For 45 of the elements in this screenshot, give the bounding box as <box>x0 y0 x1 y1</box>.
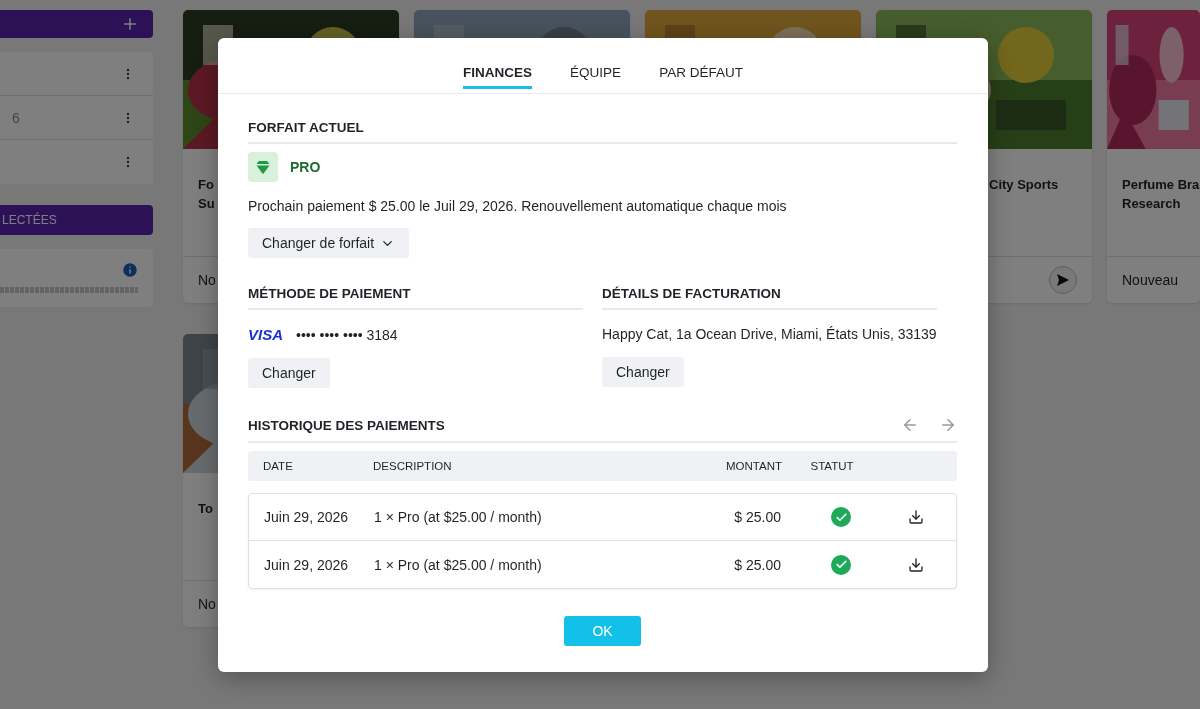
billing-address: Happy Cat, 1a Ocean Drive, Miami, États Unis, 33139 <box>602 326 937 342</box>
project-card[interactable]: Perfume Bra Research Nouveau <box>1107 10 1200 303</box>
table-cell: 1 × Pro (at $25.00 / month) <box>374 509 542 525</box>
card-title: Research <box>1122 196 1181 211</box>
tab[interactable]: PAR DÉFAUT <box>659 38 743 89</box>
table-cell: Juin 29, 2026 <box>264 509 349 525</box>
change-plan-button[interactable]: Changer de forfait <box>248 228 410 258</box>
column-header: DATE <box>263 460 293 472</box>
column-header: STATUT <box>810 460 854 472</box>
card-status: No <box>198 272 216 288</box>
send-button[interactable] <box>1049 266 1077 294</box>
change-button[interactable]: Changer <box>248 358 330 388</box>
plan-name: PRO <box>290 159 321 175</box>
card-title: Su <box>198 196 215 211</box>
item-count: 6 <box>12 109 20 126</box>
card-title: Fo <box>198 177 214 192</box>
table-cell: 1 × Pro (at $25.00 / month) <box>374 556 542 573</box>
card-status: No <box>198 596 216 612</box>
gem-icon <box>254 158 272 176</box>
column-header: DESCRIPTION <box>373 460 452 472</box>
section-heading: HISTORIQUE DES PAIEMENTS <box>248 417 445 433</box>
download-icon[interactable] <box>908 556 924 573</box>
section-heading: DÉTAILS DE FACTURATION <box>602 286 781 301</box>
next-payment-text: Prochain paiement $ 25.00 le Juil 29, 2026. Renouvellement automatique chaque mois <box>248 198 788 214</box>
download-icon[interactable] <box>908 509 924 525</box>
section-heading: MÉTHODE DE PAIEMENT <box>248 286 411 301</box>
card-title: Perfume Bra <box>1122 177 1200 192</box>
section-heading: FORFAIT ACTUEL <box>248 120 364 135</box>
table-cell: $ 25.00 <box>734 556 781 573</box>
tab[interactable]: FINANCES <box>463 38 533 89</box>
card-title: To <box>198 501 213 516</box>
card-brand: VISA <box>248 326 283 343</box>
table-cell: Juin 29, 2026 <box>264 556 349 573</box>
card-status: Nouveau <box>1122 272 1179 288</box>
card-number: •••• •••• •••• 3184 <box>296 326 398 343</box>
column-header: MONTANT <box>726 460 782 472</box>
arrow-right-icon[interactable] <box>939 416 957 434</box>
change-button[interactable]: Changer <box>602 357 684 387</box>
send-icon <box>1056 273 1070 287</box>
selected-button[interactable]: LECTÉES <box>0 205 153 235</box>
info-icon[interactable] <box>121 261 139 279</box>
table-cell: $ 25.00 <box>734 509 781 525</box>
plus-icon <box>121 15 139 33</box>
tab[interactable]: ÉQUIPE <box>570 38 622 89</box>
card-title: City Sports <box>989 177 1059 192</box>
